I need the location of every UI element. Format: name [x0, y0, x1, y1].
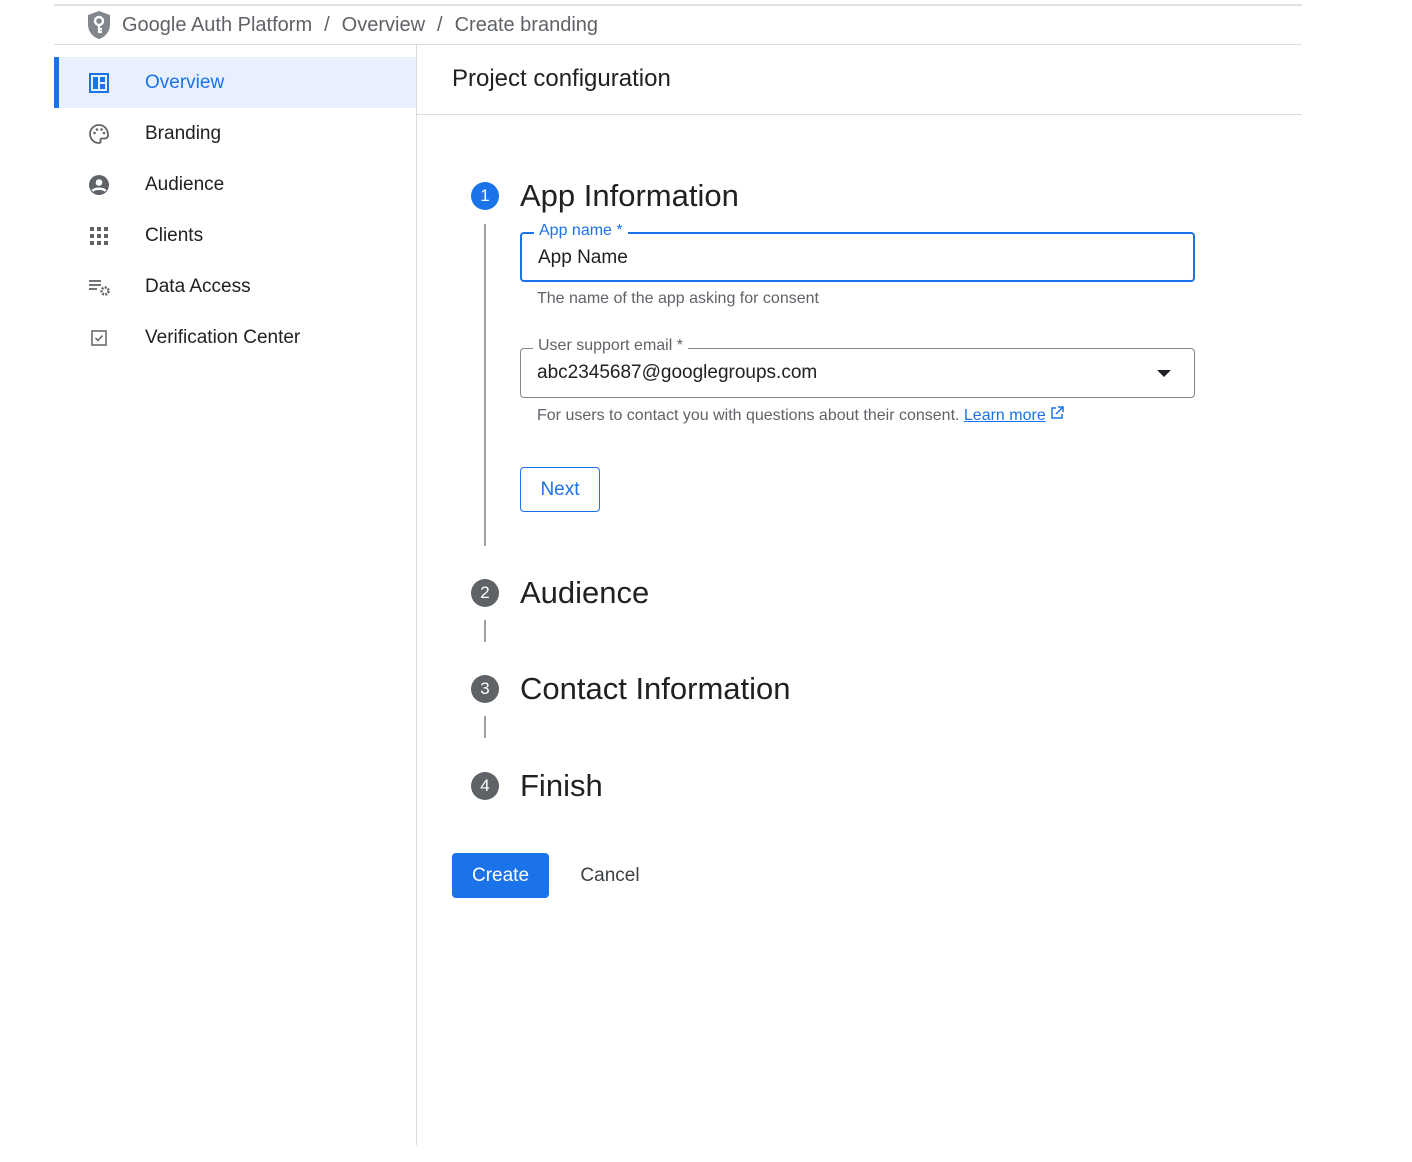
breadcrumb: Google Auth Platform / Overview / Create b…	[54, 6, 1302, 45]
app-name-hint: The name of the app asking for consent	[537, 290, 819, 307]
sidebar-item-clients[interactable]: Clients	[54, 210, 416, 261]
step-contact-information: 3 Contact Information	[471, 671, 791, 706]
step-title: Contact Information	[520, 671, 791, 706]
step-number: 2	[471, 579, 499, 607]
next-button[interactable]: Next	[520, 467, 600, 512]
sidebar-item-overview[interactable]: Overview	[54, 57, 416, 108]
palette-icon	[88, 123, 110, 145]
breadcrumb-item: Create branding	[454, 13, 599, 36]
step-finish: 4 Finish	[471, 768, 603, 803]
step-title: Audience	[520, 575, 650, 610]
breadcrumb-item[interactable]: Overview	[342, 14, 425, 37]
email-value: abc2345687@googlegroups.com	[537, 362, 818, 383]
email-hint: For users to contact you with questions …	[537, 406, 1064, 425]
create-button[interactable]: Create	[452, 853, 549, 898]
step-audience: 2 Audience	[471, 575, 649, 610]
step-app-information: 1 App Information	[471, 178, 739, 213]
email-label: User support email *	[533, 337, 688, 355]
breadcrumb-item[interactable]: Google Auth Platform	[122, 14, 312, 37]
breadcrumb-separator: /	[324, 13, 330, 36]
step-title: App Information	[520, 178, 739, 213]
sidebar-item-label: Branding	[145, 122, 222, 144]
cancel-button[interactable]: Cancel	[565, 853, 655, 898]
user-support-email-select[interactable]: User support email * abc2345687@googlegr…	[520, 337, 1195, 398]
app-name-input[interactable]: App Name	[538, 247, 628, 269]
external-link-icon	[1050, 406, 1064, 424]
dashboard-icon	[88, 72, 110, 94]
sidebar-item-data-access[interactable]: Data Access	[54, 261, 416, 312]
breadcrumb-separator: /	[437, 13, 443, 36]
account-circle-icon	[88, 174, 110, 196]
email-hint-text: For users to contact you with questions …	[537, 407, 960, 424]
learn-more-link[interactable]: Learn more	[964, 407, 1046, 424]
sidebar-item-verification-center[interactable]: Verification Center	[54, 312, 416, 363]
step-title: Finish	[520, 768, 603, 803]
shield-key-icon	[86, 10, 112, 40]
app-name-label: App name *	[534, 222, 628, 240]
checkbox-icon	[88, 327, 110, 349]
sidebar-item-label: Data Access	[145, 275, 251, 297]
step-connector	[484, 620, 486, 642]
sidebar-item-label: Verification Center	[145, 326, 301, 348]
sidebar-item-audience[interactable]: Audience	[54, 159, 416, 210]
step-number: 1	[471, 182, 499, 210]
sidebar: Overview Branding Audience Clients Data …	[54, 45, 417, 1145]
app-name-field[interactable]: App name * App Name	[520, 222, 1195, 282]
page-title: Project configuration	[417, 45, 1302, 115]
sidebar-item-label: Clients	[145, 224, 204, 246]
step-connector	[484, 224, 486, 546]
apps-grid-icon	[88, 225, 110, 247]
sidebar-item-label: Overview	[145, 71, 225, 93]
dropdown-arrow-icon	[1157, 370, 1171, 377]
step-number: 3	[471, 675, 499, 703]
step-connector	[484, 716, 486, 738]
sidebar-item-label: Audience	[145, 173, 225, 195]
list-settings-icon	[88, 276, 110, 298]
step-number: 4	[471, 772, 499, 800]
sidebar-item-branding[interactable]: Branding	[54, 108, 416, 159]
